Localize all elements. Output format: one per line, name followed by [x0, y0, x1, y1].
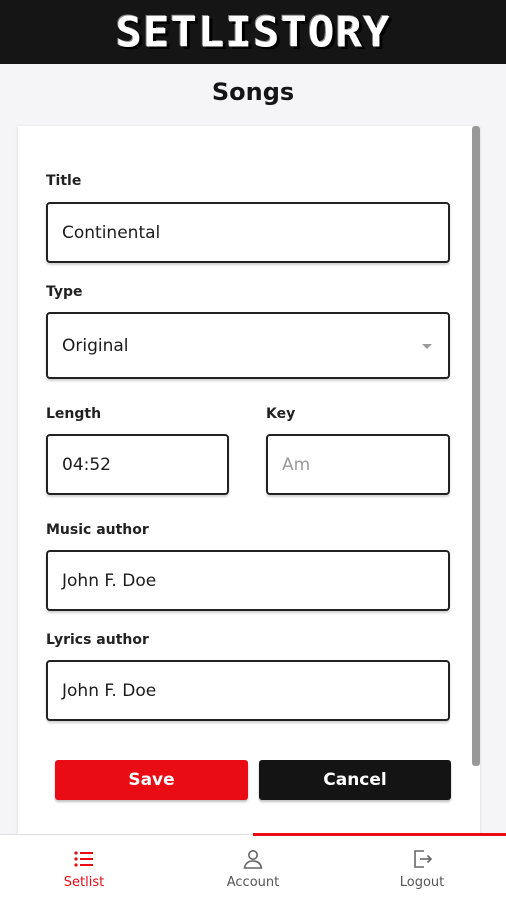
- music-author-input-value: John F. Doe: [62, 570, 157, 591]
- song-form-card: Title Continental Type Original Length 0…: [18, 126, 480, 838]
- length-input[interactable]: 04:52: [46, 434, 229, 495]
- type-label: Type: [46, 284, 83, 300]
- cancel-button[interactable]: Cancel: [259, 760, 451, 800]
- nav-item-logout[interactable]: Logout: [338, 835, 506, 901]
- bottom-nav: Setlist Account Logout: [0, 833, 506, 901]
- title-label: Title: [46, 173, 82, 189]
- nav-item-label: Account: [226, 874, 280, 890]
- nav-item-setlist[interactable]: Setlist: [0, 835, 168, 901]
- lyrics-author-input[interactable]: John F. Doe: [46, 660, 450, 721]
- length-input-value: 04:52: [62, 454, 111, 475]
- app-header: SETLISTORY: [0, 0, 506, 64]
- music-author-label: Music author: [46, 522, 149, 538]
- lyrics-author-input-value: John F. Doe: [62, 680, 157, 701]
- save-button[interactable]: Save: [55, 760, 248, 800]
- app-logo: SETLISTORY: [115, 7, 391, 57]
- title-input[interactable]: Continental: [46, 202, 450, 263]
- type-select-value: Original: [62, 335, 129, 356]
- scrollbar[interactable]: [472, 126, 480, 766]
- music-author-input[interactable]: John F. Doe: [46, 550, 450, 611]
- page-title: Songs: [211, 78, 295, 106]
- chevron-down-icon: [422, 343, 432, 349]
- user-icon: [243, 849, 263, 869]
- list-icon: [74, 850, 93, 867]
- title-input-value: Continental: [62, 222, 161, 243]
- nav-item-account[interactable]: Account: [169, 835, 337, 901]
- key-input[interactable]: Am: [266, 434, 450, 495]
- nav-item-label: Logout: [399, 874, 445, 890]
- length-label: Length: [46, 406, 102, 422]
- key-label: Key: [266, 406, 296, 422]
- lyrics-author-label: Lyrics author: [46, 632, 149, 648]
- logout-icon: [414, 849, 433, 868]
- key-input-placeholder: Am: [282, 454, 311, 475]
- nav-item-label: Setlist: [63, 874, 105, 890]
- type-select[interactable]: Original: [46, 312, 450, 379]
